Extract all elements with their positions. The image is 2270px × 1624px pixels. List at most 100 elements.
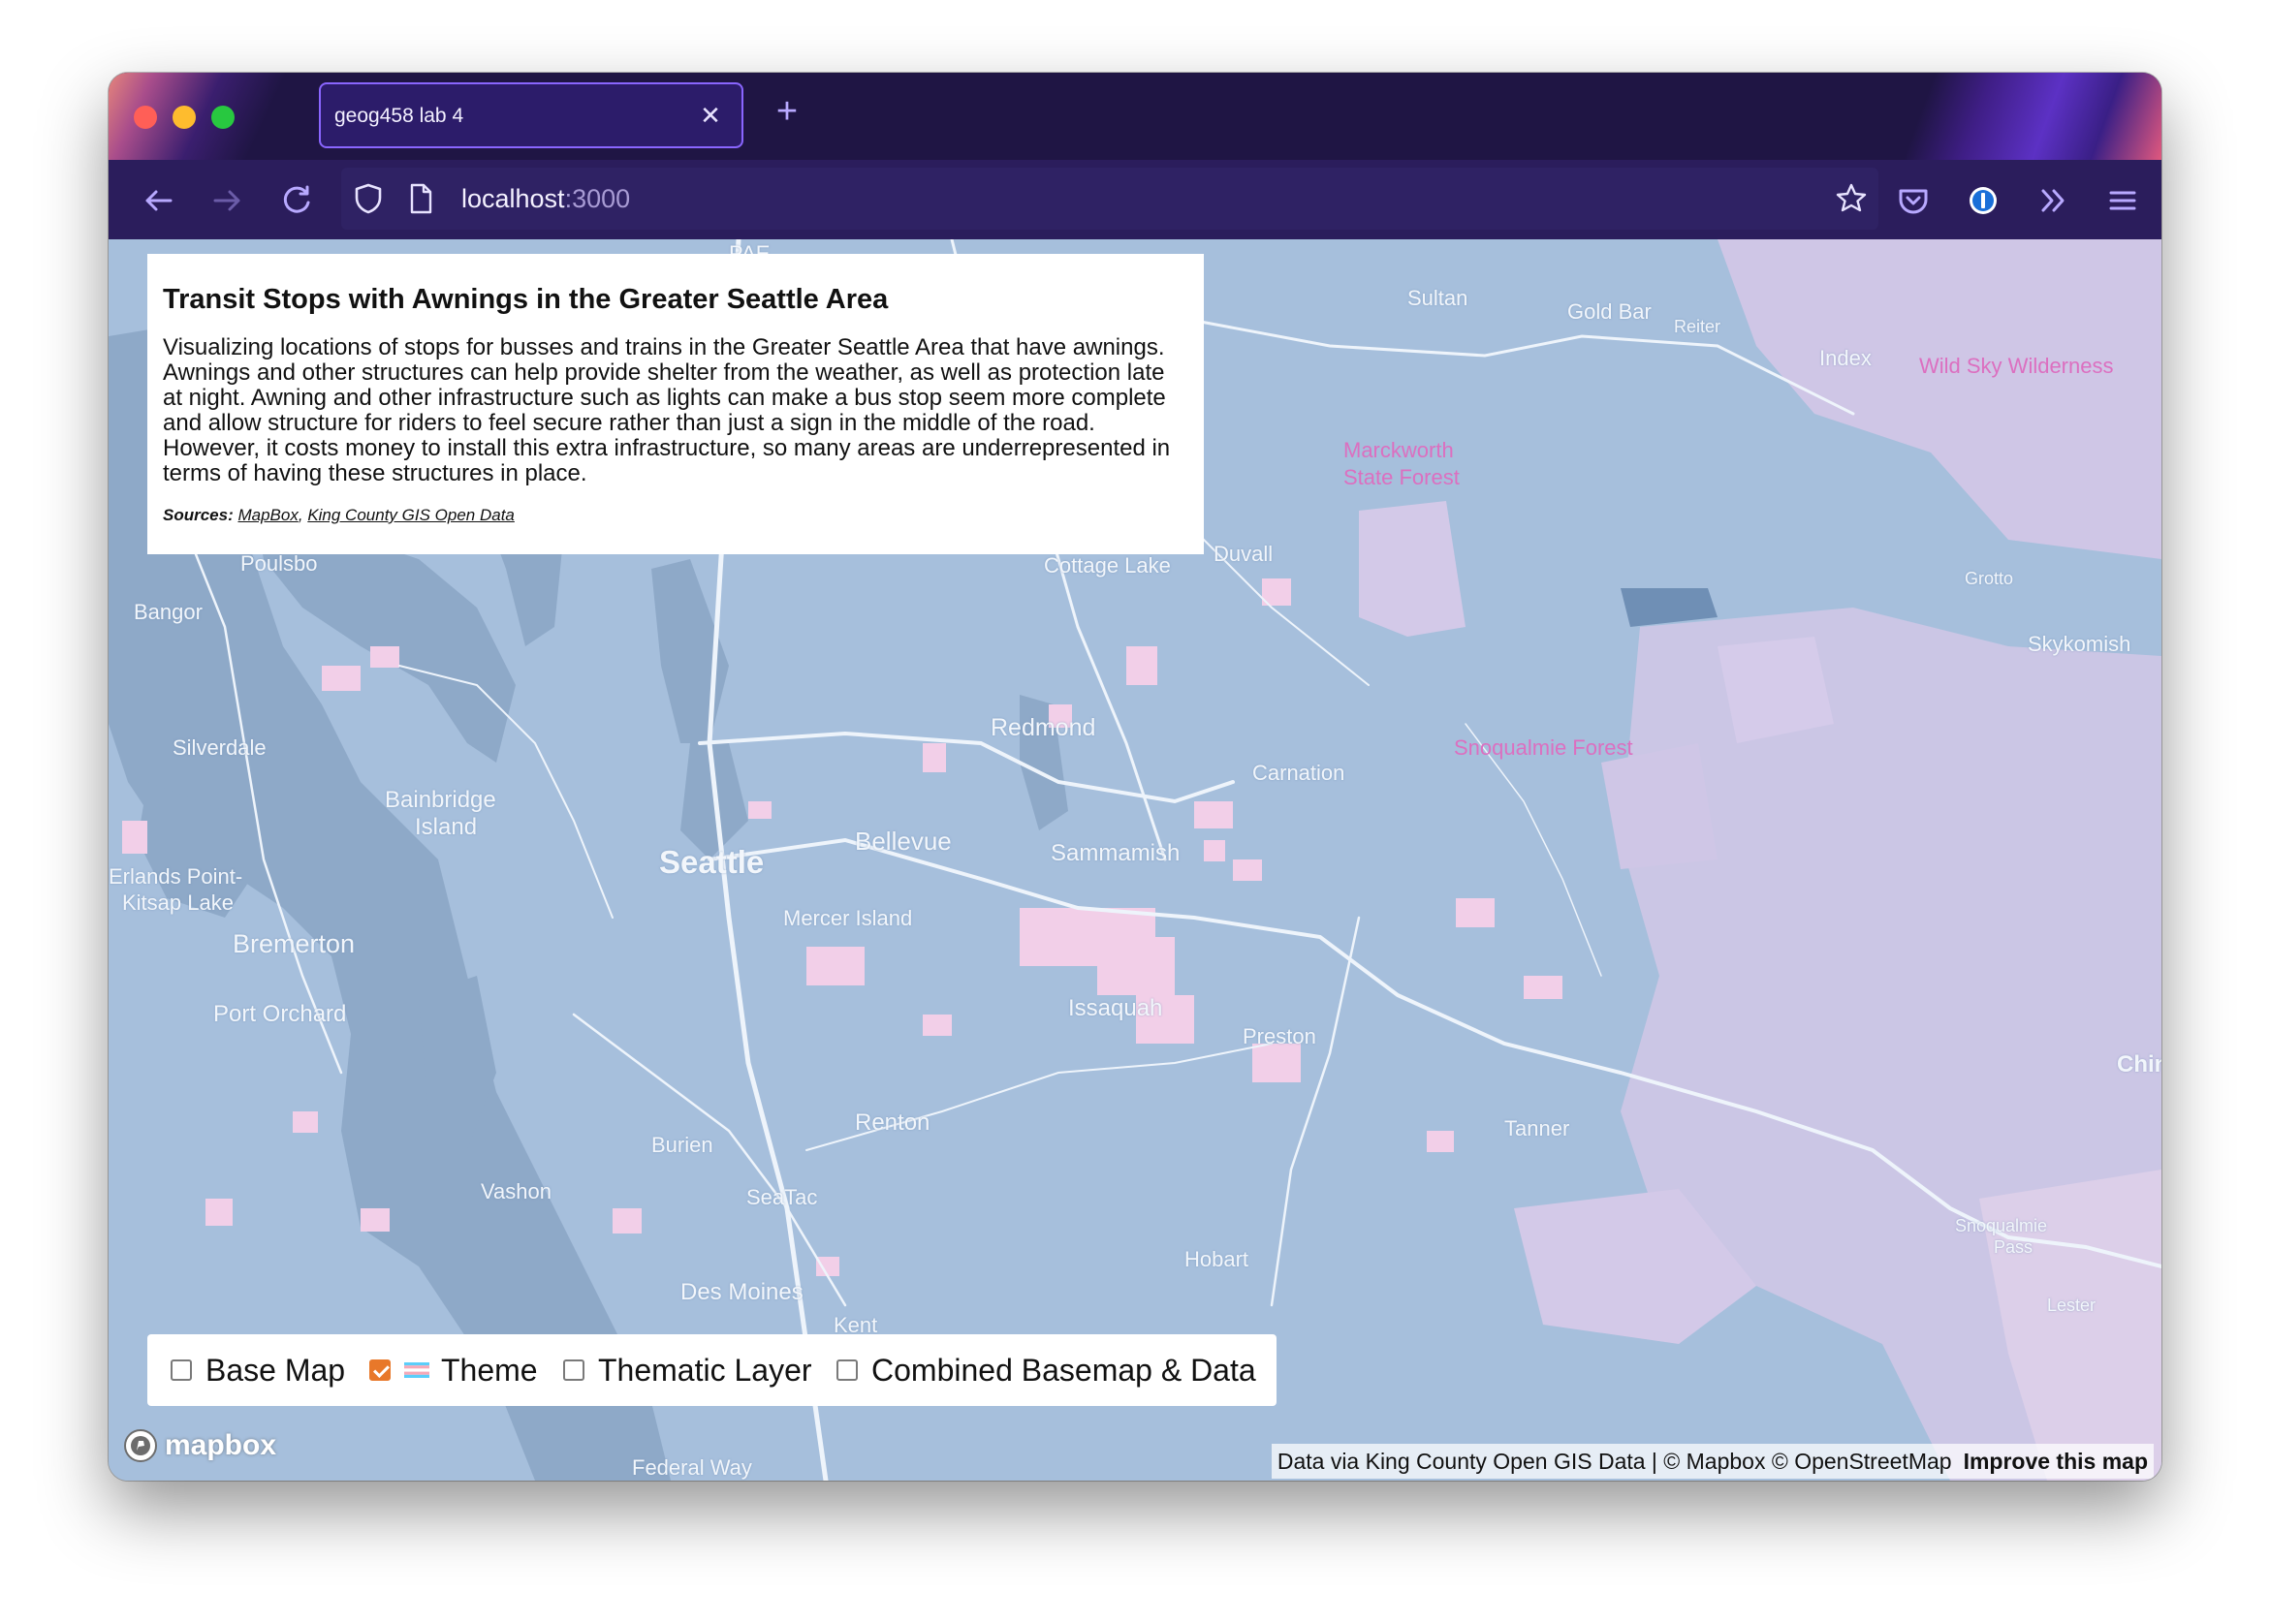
place-label: Skykomish: [2028, 632, 2131, 656]
base-map-checkbox[interactable]: [171, 1359, 192, 1381]
place-label: Port Orchard: [213, 1001, 347, 1027]
place-label: Burien: [651, 1133, 713, 1157]
sources-line: Sources: MapBox, King County GIS Open Da…: [163, 506, 1188, 525]
password-manager-icon: [1970, 187, 1997, 214]
wilderness-area: [1718, 239, 2161, 559]
place-label: Gold Bar: [1567, 299, 1652, 324]
lake: [1621, 588, 1718, 627]
place-label: Sultan: [1407, 286, 1468, 310]
sources-label: Sources:: [163, 506, 234, 524]
extensions-overflow-button[interactable]: [2032, 179, 2074, 222]
improve-map-link[interactable]: Improve this map: [1964, 1449, 2148, 1475]
place-label: Carnation: [1252, 761, 1345, 785]
place-label: Bainbridge: [385, 787, 496, 813]
place-label: SeaTac: [746, 1185, 818, 1209]
place-label: Sammamish: [1051, 840, 1181, 866]
place-label: Bangor: [134, 600, 203, 624]
place-label: Seattle: [659, 844, 765, 880]
browser-window: geog458 lab 4 ✕ + localhost:3000 Sultan …: [109, 73, 2161, 1481]
reload-button[interactable]: [275, 179, 318, 222]
place-label: Issaquah: [1068, 995, 1163, 1021]
mapbox-logo[interactable]: mapbox: [122, 1426, 276, 1465]
theme-decoration-right: [1871, 73, 2161, 160]
url-bar[interactable]: localhost:3000: [341, 168, 1878, 230]
place-label: Snoqualmie: [1955, 1216, 2048, 1235]
shield-icon[interactable]: [351, 181, 386, 216]
place-label: Index: [1819, 346, 1872, 370]
pocket-icon: [1899, 189, 1928, 214]
theme-checkbox[interactable]: [369, 1359, 391, 1381]
place-label: Vashon: [481, 1179, 552, 1203]
tab-active[interactable]: geog458 lab 4 ✕: [319, 82, 743, 148]
place-label: Grotto: [1965, 569, 2014, 588]
place-label: State Forest: [1343, 465, 1460, 489]
place-label: Snoqualmie Forest: [1454, 735, 1633, 760]
place-label: Bellevue: [855, 827, 952, 856]
bookmark-star-icon[interactable]: [1834, 181, 1869, 216]
place-label: Wild Sky Wilderness: [1919, 354, 2114, 378]
layer-label: Combined Basemap & Data: [871, 1352, 1256, 1388]
navigation-bar: localhost:3000: [109, 160, 2161, 239]
forest-area: [1718, 637, 1834, 743]
url-host: localhost: [461, 184, 565, 213]
url-text[interactable]: localhost:3000: [461, 184, 630, 214]
attribution-text: Data via King County Open GIS Data | © M…: [1277, 1448, 1952, 1474]
place-label: Marckworth: [1343, 438, 1454, 462]
layer-option-combined[interactable]: Combined Basemap & Data: [836, 1334, 1256, 1406]
place-label: Redmond: [991, 714, 1096, 741]
panel-description: Visualizing locations of stops for busse…: [163, 334, 1171, 486]
place-label: Poulsbo: [240, 551, 318, 576]
place-label: Mercer Island: [783, 906, 913, 930]
layer-label: Thematic Layer: [598, 1352, 812, 1388]
place-label: Island: [415, 814, 478, 840]
maximize-window-button[interactable]: [211, 106, 235, 129]
layer-option-theme[interactable]: Theme: [369, 1334, 538, 1406]
place-label: Chin: [2117, 1051, 2161, 1077]
source-link-king-county[interactable]: King County GIS Open Data: [307, 506, 515, 524]
layer-controls: Base Map Theme Thematic Layer Combined B…: [147, 1334, 1277, 1406]
combined-checkbox[interactable]: [836, 1359, 858, 1381]
back-button[interactable]: [138, 179, 180, 222]
place-label: Tanner: [1504, 1116, 1570, 1140]
thematic-layer-checkbox[interactable]: [563, 1359, 584, 1381]
place-label: Hobart: [1184, 1247, 1249, 1271]
chevron-double-right-icon: [2041, 189, 2065, 212]
minimize-window-button[interactable]: [173, 106, 196, 129]
hamburger-menu-icon: [2109, 191, 2136, 210]
state-forest-area: [1359, 501, 1466, 637]
password-manager-button[interactable]: [1962, 179, 2004, 222]
place-label: Preston: [1243, 1024, 1316, 1048]
title-bar: geog458 lab 4 ✕ +: [109, 73, 2161, 160]
tab-title: geog458 lab 4: [334, 105, 464, 127]
layer-option-base-map[interactable]: Base Map: [171, 1334, 345, 1406]
place-label: Silverdale: [173, 735, 267, 760]
map-canvas[interactable]: PAE Sultan Gold Bar Reiter Index Wild Sk…: [109, 239, 2161, 1481]
menu-button[interactable]: [2101, 179, 2144, 222]
sources-separator: ,: [298, 506, 308, 524]
place-label: Cottage Lake: [1044, 553, 1171, 578]
close-window-button[interactable]: [134, 106, 157, 129]
mapbox-logo-text: mapbox: [165, 1429, 277, 1461]
place-label: Erlands Point-: [109, 864, 243, 889]
pocket-button[interactable]: [1892, 179, 1935, 222]
forward-button[interactable]: [205, 179, 248, 222]
place-label: Reiter: [1674, 317, 1721, 336]
place-label: Bremerton: [233, 929, 356, 958]
layer-label: Base Map: [205, 1352, 346, 1388]
mapbox-logo-icon: [124, 1429, 157, 1462]
close-icon[interactable]: ✕: [695, 98, 726, 133]
place-label: Duvall: [1214, 542, 1274, 566]
place-label: Kitsap Lake: [122, 890, 234, 915]
place-label: Federal Way: [632, 1455, 752, 1480]
page-icon: [410, 183, 432, 214]
place-label: Renton: [855, 1109, 930, 1136]
new-tab-button[interactable]: +: [768, 92, 806, 131]
layer-option-thematic-layer[interactable]: Thematic Layer: [563, 1334, 812, 1406]
layer-label: Theme: [441, 1352, 538, 1388]
source-link-mapbox[interactable]: MapBox: [237, 506, 298, 524]
arrow-left-icon: [145, 190, 173, 211]
place-label: Des Moines: [680, 1279, 804, 1305]
forest-area: [1601, 743, 1718, 869]
arrow-right-icon: [213, 190, 240, 211]
transgender-flag-icon: [404, 1362, 429, 1378]
